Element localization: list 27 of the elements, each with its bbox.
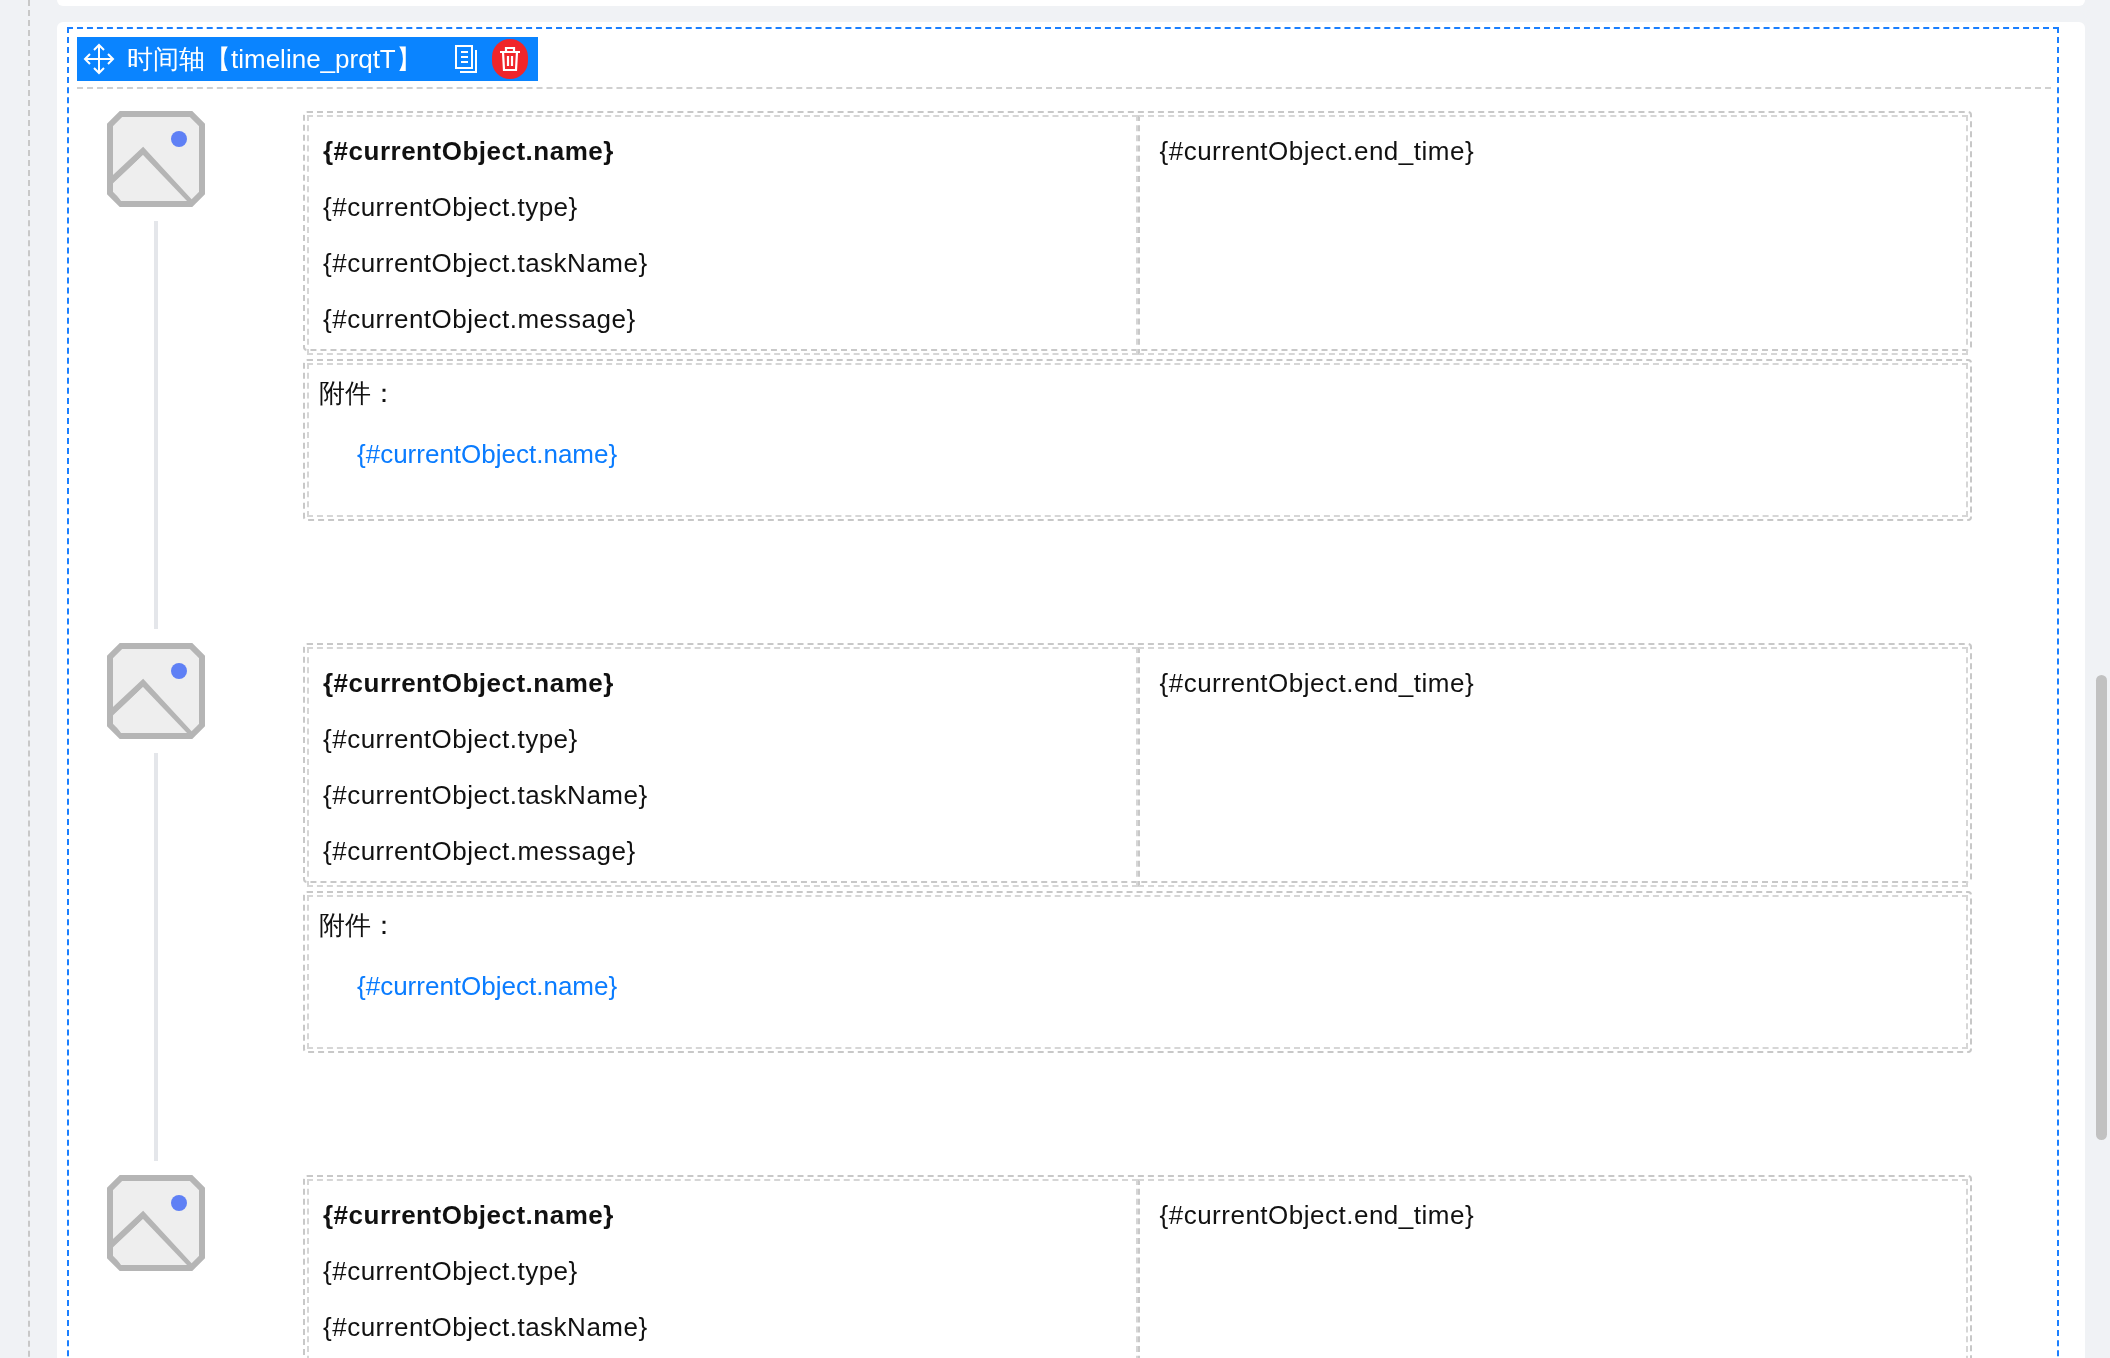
message-text: {#currentObject.message} — [323, 303, 637, 336]
scrollbar-thumb[interactable] — [2096, 675, 2107, 1140]
component-title: 时间轴【timeline_prqtT】 — [127, 42, 422, 76]
image-placeholder-icon — [107, 643, 205, 739]
name-text: {#currentObject.name} — [323, 1199, 615, 1232]
name-text: {#currentObject.name} — [323, 667, 615, 700]
task-name-text: {#currentObject.taskName} — [323, 247, 649, 280]
image-placeholder-icon — [107, 111, 205, 207]
move-icon[interactable] — [83, 43, 115, 75]
attachment-label: 附件： — [319, 909, 398, 942]
end-time-text: {#currentObject.end_time} — [1159, 1199, 1476, 1232]
end-time-text: {#currentObject.end_time} — [1159, 135, 1476, 168]
end-time-text: {#currentObject.end_time} — [1159, 667, 1476, 700]
trash-icon — [497, 46, 522, 72]
attachment-link[interactable]: {#currentObject.name} — [357, 439, 618, 470]
task-name-text: {#currentObject.taskName} — [323, 1311, 649, 1344]
name-text: {#currentObject.name} — [323, 135, 615, 168]
type-text: {#currentObject.type} — [323, 723, 579, 756]
copy-icon[interactable] — [453, 44, 480, 74]
attachment-link[interactable]: {#currentObject.name} — [357, 971, 618, 1002]
delete-button[interactable] — [491, 39, 528, 79]
type-text: {#currentObject.type} — [323, 1255, 579, 1288]
attachment-label: 附件： — [319, 377, 398, 410]
task-name-text: {#currentObject.taskName} — [323, 779, 649, 812]
message-text: {#currentObject.message} — [323, 835, 637, 868]
type-text: {#currentObject.type} — [323, 191, 579, 224]
image-placeholder-icon — [107, 1175, 205, 1271]
